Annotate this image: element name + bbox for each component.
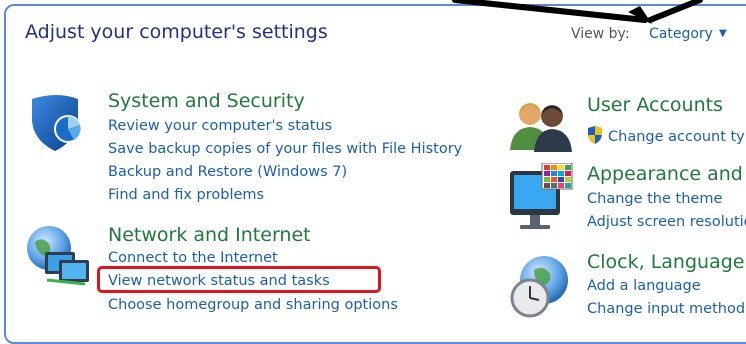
- category-appearance[interactable]: Appearance and: [587, 163, 743, 185]
- network-globe-icon: [27, 226, 89, 286]
- link-homegroup-sharing[interactable]: Choose homegroup and sharing options: [108, 297, 398, 313]
- link-add-language[interactable]: Add a language: [587, 278, 701, 294]
- shield-icon: [32, 95, 82, 151]
- link-find-fix-problems[interactable]: Find and fix problems: [108, 187, 264, 203]
- view-by-label: View by:: [571, 26, 630, 42]
- page-title: Adjust your computer's settings: [25, 21, 328, 43]
- link-file-history[interactable]: Save backup copies of your files with Fi…: [108, 141, 462, 157]
- link-change-account-type[interactable]: Change account ty: [587, 126, 745, 145]
- chevron-down-icon: ▼: [718, 28, 727, 39]
- link-label: Change account ty: [608, 129, 745, 145]
- highlight-box: [97, 266, 381, 293]
- category-system-security[interactable]: System and Security: [108, 90, 305, 112]
- category-user-accounts[interactable]: User Accounts: [587, 94, 723, 116]
- link-backup-restore[interactable]: Backup and Restore (Windows 7): [108, 164, 347, 180]
- link-connect-internet[interactable]: Connect to the Internet: [108, 250, 278, 266]
- uac-shield-icon: [588, 126, 602, 144]
- view-by-value: Category: [649, 26, 713, 42]
- link-screen-resolution[interactable]: Adjust screen resolutio: [587, 214, 746, 230]
- link-change-theme[interactable]: Change the theme: [587, 191, 722, 207]
- link-review-status[interactable]: Review your computer's status: [108, 118, 332, 134]
- category-clock-language[interactable]: Clock, Language,: [587, 251, 746, 273]
- view-by-dropdown[interactable]: Category ▼: [649, 26, 727, 42]
- user-accounts-icon: [510, 103, 572, 152]
- category-network-internet[interactable]: Network and Internet: [108, 224, 311, 246]
- link-change-input-method[interactable]: Change input method: [587, 301, 745, 317]
- appearance-monitor-icon: [510, 163, 573, 229]
- clock-globe-icon: [510, 256, 568, 318]
